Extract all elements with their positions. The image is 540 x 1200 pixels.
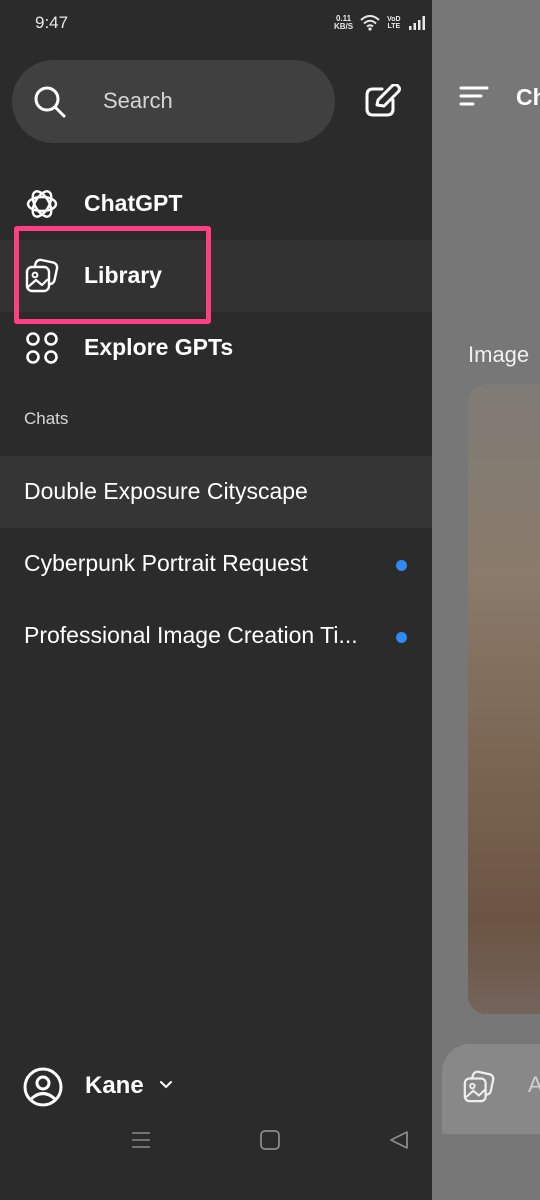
search-label: Search (103, 88, 173, 113)
profile-name: Kane (85, 1072, 144, 1099)
main-subtitle: Image (468, 342, 530, 367)
chats-section-header: Chats (24, 409, 69, 428)
main-title: Ch (516, 84, 540, 110)
user-circle-icon (23, 1067, 63, 1107)
unread-indicator (396, 560, 407, 571)
library-highlight-box (14, 226, 211, 324)
new-chat-edit-icon[interactable] (362, 84, 402, 120)
home-icon[interactable] (258, 1128, 282, 1152)
nav-label-explore-gpts: Explore GPTs (84, 334, 234, 360)
grid-icon (26, 332, 58, 364)
chat-title: Professional Image Creation Ti... (24, 622, 358, 648)
menu-icon (459, 86, 489, 106)
nav-label-chatgpt: ChatGPT (84, 190, 183, 216)
navigation-drawer: Search ChatGPT Library Explore GPTs Chat… (0, 48, 432, 1200)
openai-logo-icon (26, 190, 58, 218)
chat-item[interactable]: Double Exposure Cityscape (0, 456, 432, 528)
search-icon (34, 86, 66, 118)
images-icon (463, 1070, 495, 1103)
chat-item[interactable]: Professional Image Creation Ti... (0, 600, 432, 672)
main-content-scrim[interactable]: Ch Image A (432, 0, 540, 1200)
search-bar[interactable]: Search (12, 60, 335, 143)
unread-indicator (396, 632, 407, 643)
chevron-down-icon (160, 1081, 172, 1089)
recent-apps-icon[interactable] (129, 1128, 153, 1152)
composer-placeholder: A (528, 1072, 540, 1097)
back-icon[interactable] (387, 1128, 411, 1152)
chat-item[interactable]: Cyberpunk Portrait Request (0, 528, 432, 600)
chat-title: Cyberpunk Portrait Request (24, 550, 308, 576)
profile-button[interactable]: Kane (0, 1050, 432, 1122)
chat-title: Double Exposure Cityscape (24, 478, 308, 504)
generated-image (468, 384, 540, 1014)
